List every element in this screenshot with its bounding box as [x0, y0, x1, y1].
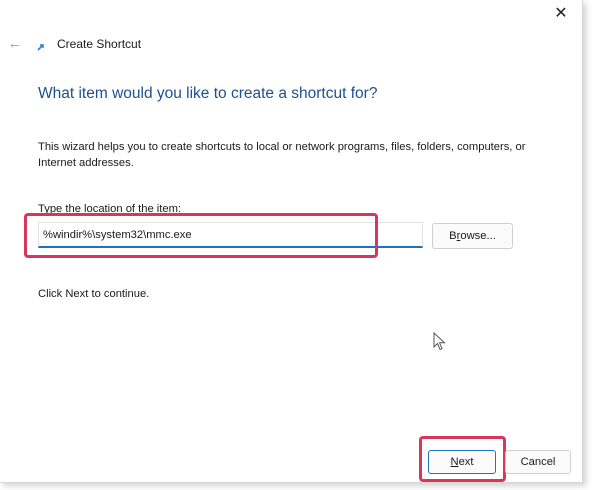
close-button[interactable]: ✕	[548, 2, 574, 24]
next-label-mnemonic: N	[450, 456, 459, 468]
location-input[interactable]	[38, 222, 423, 248]
continue-instruction: Click Next to continue.	[38, 288, 150, 300]
location-label-text: ype the location of the item:	[44, 203, 182, 215]
create-shortcut-dialog: ✕ ← Create Shortcut What item would you …	[0, 0, 583, 483]
browse-label-start: B	[449, 230, 457, 242]
back-button[interactable]: ←	[6, 34, 24, 52]
wizard-description: This wizard helps you to create shortcut…	[38, 141, 526, 169]
location-label: Type the location of the item:	[38, 203, 181, 215]
mouse-pointer-icon	[433, 332, 446, 351]
browse-label-end: owse...	[460, 230, 496, 242]
page-heading: What item would you like to create a sho…	[38, 85, 378, 102]
next-button[interactable]: Next	[428, 450, 496, 474]
browse-button[interactable]: Br owse...	[432, 223, 513, 249]
wizard-title: Create Shortcut	[57, 37, 142, 51]
next-label-text: ext	[458, 456, 474, 468]
close-icon: ✕	[554, 5, 568, 22]
back-arrow-icon: ←	[7, 34, 23, 52]
cancel-button[interactable]: Cancel	[505, 450, 571, 474]
shortcut-wizard-icon	[37, 44, 44, 51]
